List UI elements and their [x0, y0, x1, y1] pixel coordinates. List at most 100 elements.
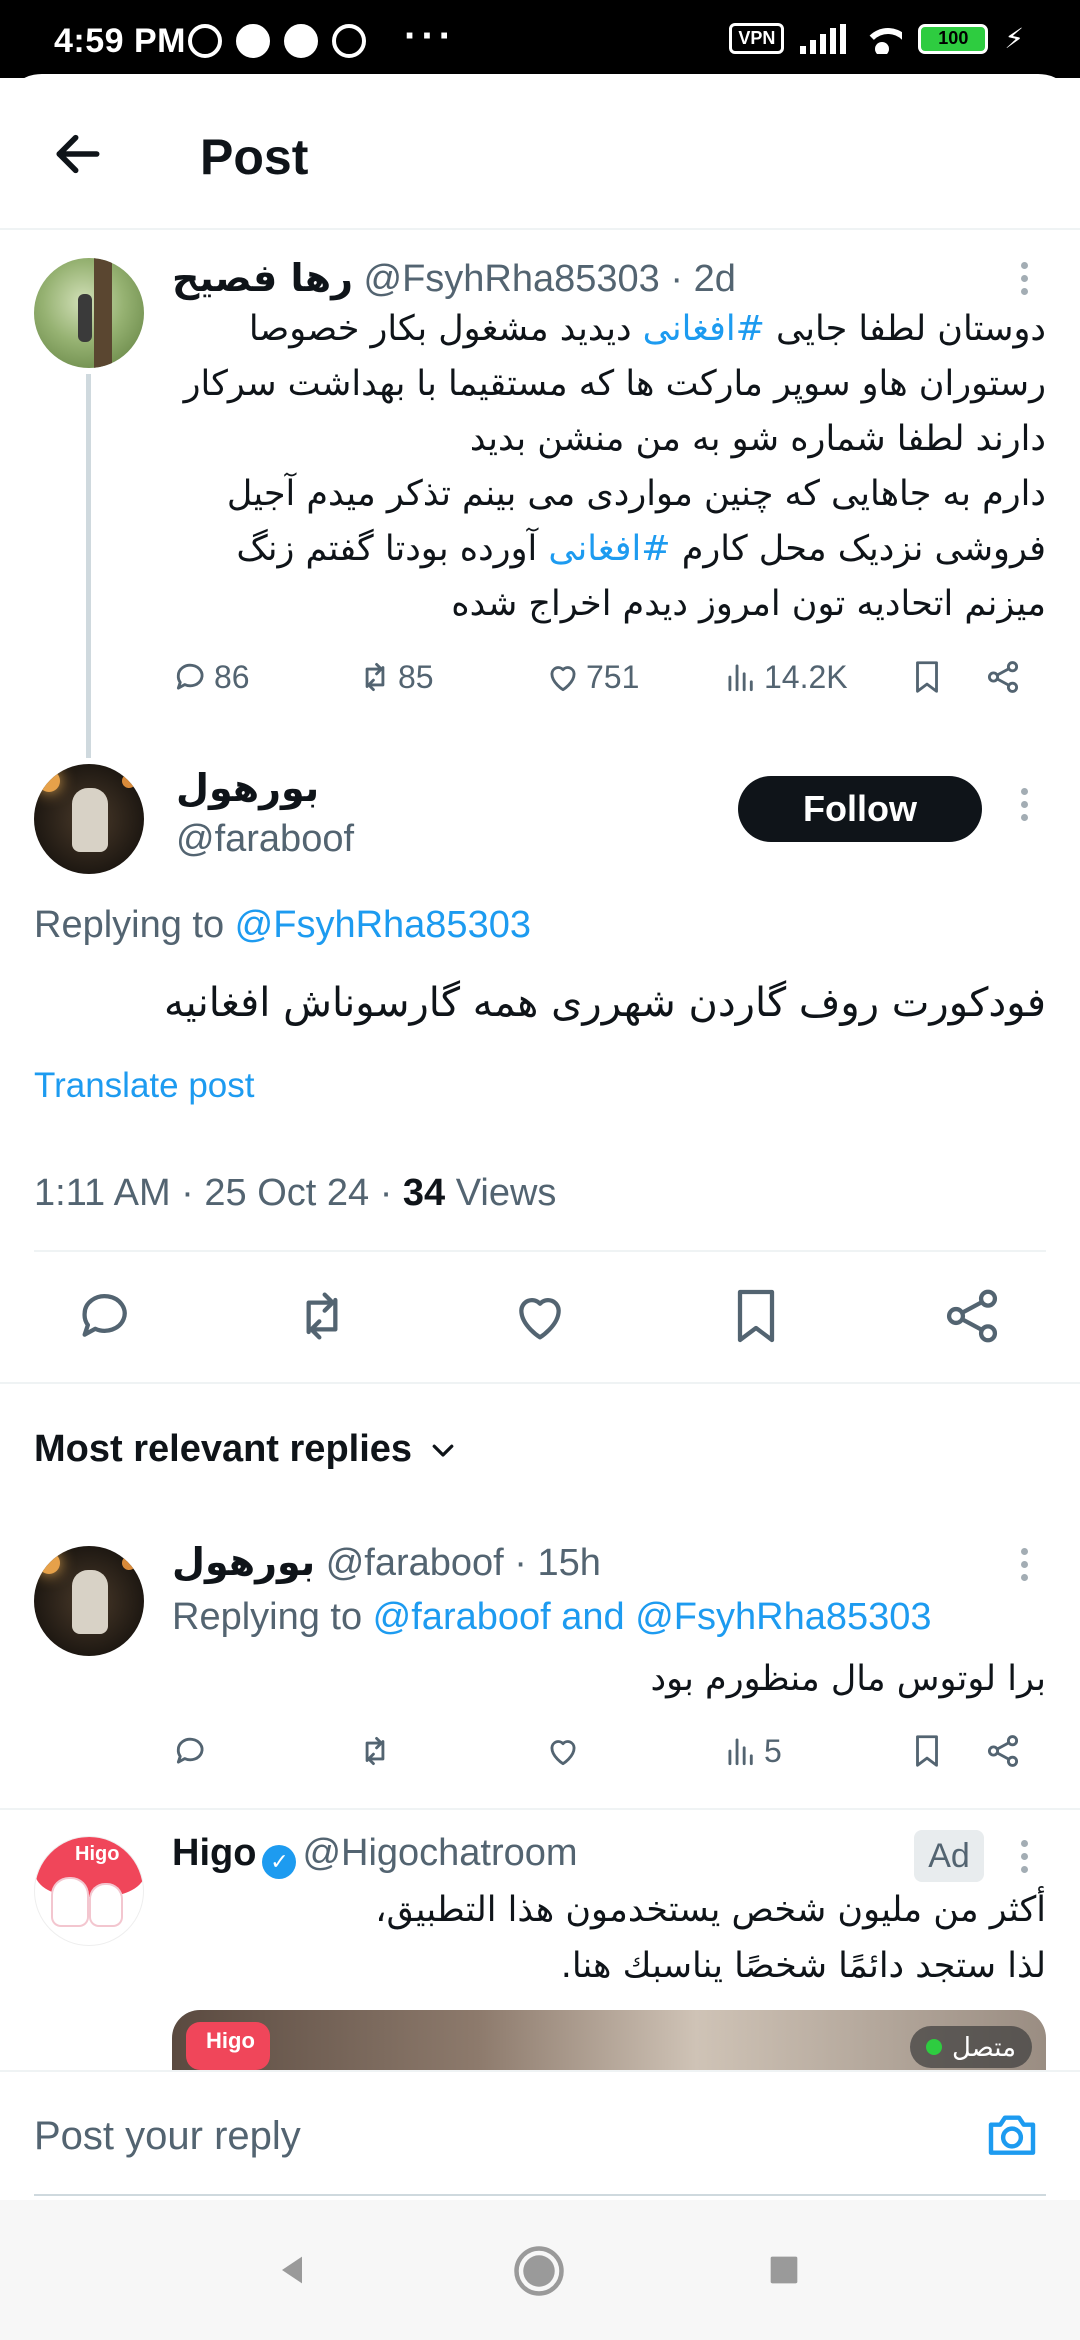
- vpn-icon: VPN: [729, 23, 785, 54]
- avatar[interactable]: [34, 1546, 144, 1656]
- views-icon: [728, 1738, 753, 1766]
- wifi-icon: [862, 24, 903, 54]
- tweet-meta: 1:11 AM · 25 Oct 24 · 34 Views: [34, 1172, 556, 1215]
- more-options-icon[interactable]: [1019, 1548, 1029, 1588]
- online-badge: متصل: [909, 2026, 1032, 2068]
- retweet-button[interactable]: [356, 1732, 394, 1770]
- online-dot-icon: [925, 2039, 942, 2055]
- edge-icon: [332, 24, 366, 58]
- more-options-icon[interactable]: [1019, 262, 1029, 302]
- nav-back-icon[interactable]: [272, 2250, 312, 2290]
- bookmark-icon: [737, 1289, 775, 1343]
- reply-composer: Post your reply: [0, 2070, 1080, 2196]
- nav-recents-icon[interactable]: [764, 2250, 804, 2290]
- display-name[interactable]: Higo: [172, 1832, 256, 1874]
- views-count: 14.2K: [764, 658, 848, 695]
- sort-label: Most relevant replies: [34, 1428, 413, 1470]
- heart-icon: [519, 1298, 561, 1340]
- heart-icon: [550, 1740, 576, 1766]
- share-button[interactable]: [984, 1732, 1022, 1770]
- retweet-icon: [365, 662, 385, 692]
- reply-button[interactable]: [172, 1732, 210, 1770]
- retweet-button[interactable]: [290, 1284, 354, 1348]
- avatar[interactable]: [34, 764, 144, 874]
- charging-icon: ⚡: [1004, 23, 1024, 54]
- hashtag-link[interactable]: #افغانی: [548, 529, 670, 569]
- tweet-actions: 86 85 751 14.2K: [172, 658, 1032, 708]
- translate-link[interactable]: Translate post: [34, 1066, 254, 1106]
- views-count: 5: [764, 1732, 782, 1769]
- signal-icon: [800, 23, 847, 54]
- share-icon: [987, 661, 1019, 693]
- retweet-button[interactable]: 85: [356, 658, 434, 696]
- more-notifications-icon: ···: [404, 14, 456, 58]
- bookmark-button[interactable]: [724, 1284, 788, 1348]
- display-name[interactable]: بورهول: [172, 1540, 315, 1584]
- nav-home-icon[interactable]: [512, 2244, 566, 2298]
- hashtag-link[interactable]: #افغانی: [643, 309, 765, 349]
- tweet-line: دوستان لطفا جایی #افغانی دیدید مشغول بکا…: [248, 309, 1046, 349]
- more-options-icon[interactable]: [1019, 788, 1029, 828]
- follow-button[interactable]: Follow: [738, 776, 982, 842]
- ad-badge: Ad: [914, 1830, 984, 1882]
- replies-sort-dropdown[interactable]: Most relevant replies: [34, 1428, 458, 1471]
- system-nav-bar: [0, 2200, 1080, 2340]
- reply-icon: [176, 1737, 204, 1764]
- views-button[interactable]: 5: [722, 1732, 782, 1770]
- chevron-down-icon: [432, 1444, 454, 1457]
- camera-icon[interactable]: [984, 2106, 1040, 2162]
- handle-time[interactable]: @FsyhRha85303 · 2d: [364, 258, 736, 300]
- tweet-text: دوستان لطفا جایی #افغانی دیدید مشغول بکا…: [172, 302, 1046, 632]
- back-arrow-icon[interactable]: [50, 126, 106, 182]
- avatar[interactable]: [34, 258, 144, 368]
- reply-button[interactable]: 86: [172, 658, 250, 696]
- handle-time[interactable]: @faraboof · 15h: [326, 1542, 601, 1584]
- alarm-icon: [188, 24, 222, 58]
- tweet-line: رستوران هاو سوپر مارکت ها که مستقیما با …: [183, 364, 1046, 404]
- tweet-actions: 5: [172, 1732, 1032, 1782]
- avatar-label: Higo: [75, 1843, 120, 1865]
- divider: [0, 1808, 1080, 1810]
- handle[interactable]: @Higochatroom: [302, 1832, 577, 1874]
- retweet-icon: [306, 1292, 338, 1340]
- reply-count: 86: [214, 658, 250, 695]
- reply-button[interactable]: [74, 1284, 138, 1348]
- tweet-line: دارم به جاهایی که چنین مواردی می بینم تذ…: [226, 474, 1046, 514]
- reply-input[interactable]: Post your reply: [34, 2114, 301, 2159]
- views-button[interactable]: 14.2K: [722, 658, 848, 696]
- tweet-text: برا لوتوس مال منظورم بود: [650, 1659, 1047, 1699]
- mention-link[interactable]: @FsyhRha85303: [235, 904, 531, 946]
- mention-link[interactable]: @faraboof and @FsyhRha85303: [373, 1596, 932, 1638]
- bookmark-button[interactable]: [908, 1732, 946, 1770]
- tweet-text: أكثر من مليون شخص يستخدمون هذا التطبيق، …: [172, 1882, 1046, 1994]
- share-button[interactable]: [984, 658, 1022, 696]
- tweet-header: بورهول @faraboof · 15h: [172, 1540, 601, 1585]
- display-name[interactable]: بورهول: [176, 766, 319, 810]
- tweet-line: میزنم اتحادیه تون امروز دیدم اخراج شده: [451, 584, 1046, 624]
- bookmark-button[interactable]: [908, 658, 946, 696]
- divider: [0, 1382, 1080, 1384]
- handle[interactable]: @faraboof: [176, 818, 354, 861]
- heart-icon: [550, 666, 576, 692]
- views-count: 34: [402, 1172, 446, 1214]
- reply-icon: [176, 663, 204, 690]
- replying-to: Replying to @FsyhRha85303: [34, 904, 531, 946]
- display-name[interactable]: رها فصیح: [172, 256, 353, 300]
- avatar[interactable]: Higo: [34, 1836, 144, 1946]
- like-button[interactable]: [544, 1732, 582, 1770]
- reply-icon: [82, 1294, 127, 1337]
- retweet-icon: [365, 1736, 385, 1766]
- ad-media-logo: Higo: [186, 2022, 270, 2070]
- bookmark-icon: [916, 661, 938, 693]
- verified-badge-icon: ✓: [262, 1845, 297, 1879]
- like-button[interactable]: 751: [544, 658, 639, 696]
- more-options-icon[interactable]: [1019, 1840, 1029, 1880]
- like-button[interactable]: [508, 1284, 572, 1348]
- ad-media[interactable]: Higo متصل: [172, 2010, 1046, 2070]
- tweet-line: لذا ستجد دائمًا شخصًا يناسبك هنا.: [560, 1946, 1046, 1986]
- tweet-timestamp[interactable]: 1:11 AM · 25 Oct 24 ·: [34, 1172, 403, 1214]
- views-label: Views: [445, 1172, 557, 1214]
- notification-icons: [188, 24, 366, 58]
- tweet-line: أكثر من مليون شخص يستخدمون هذا التطبيق،: [375, 1890, 1046, 1930]
- share-button[interactable]: [940, 1284, 1004, 1348]
